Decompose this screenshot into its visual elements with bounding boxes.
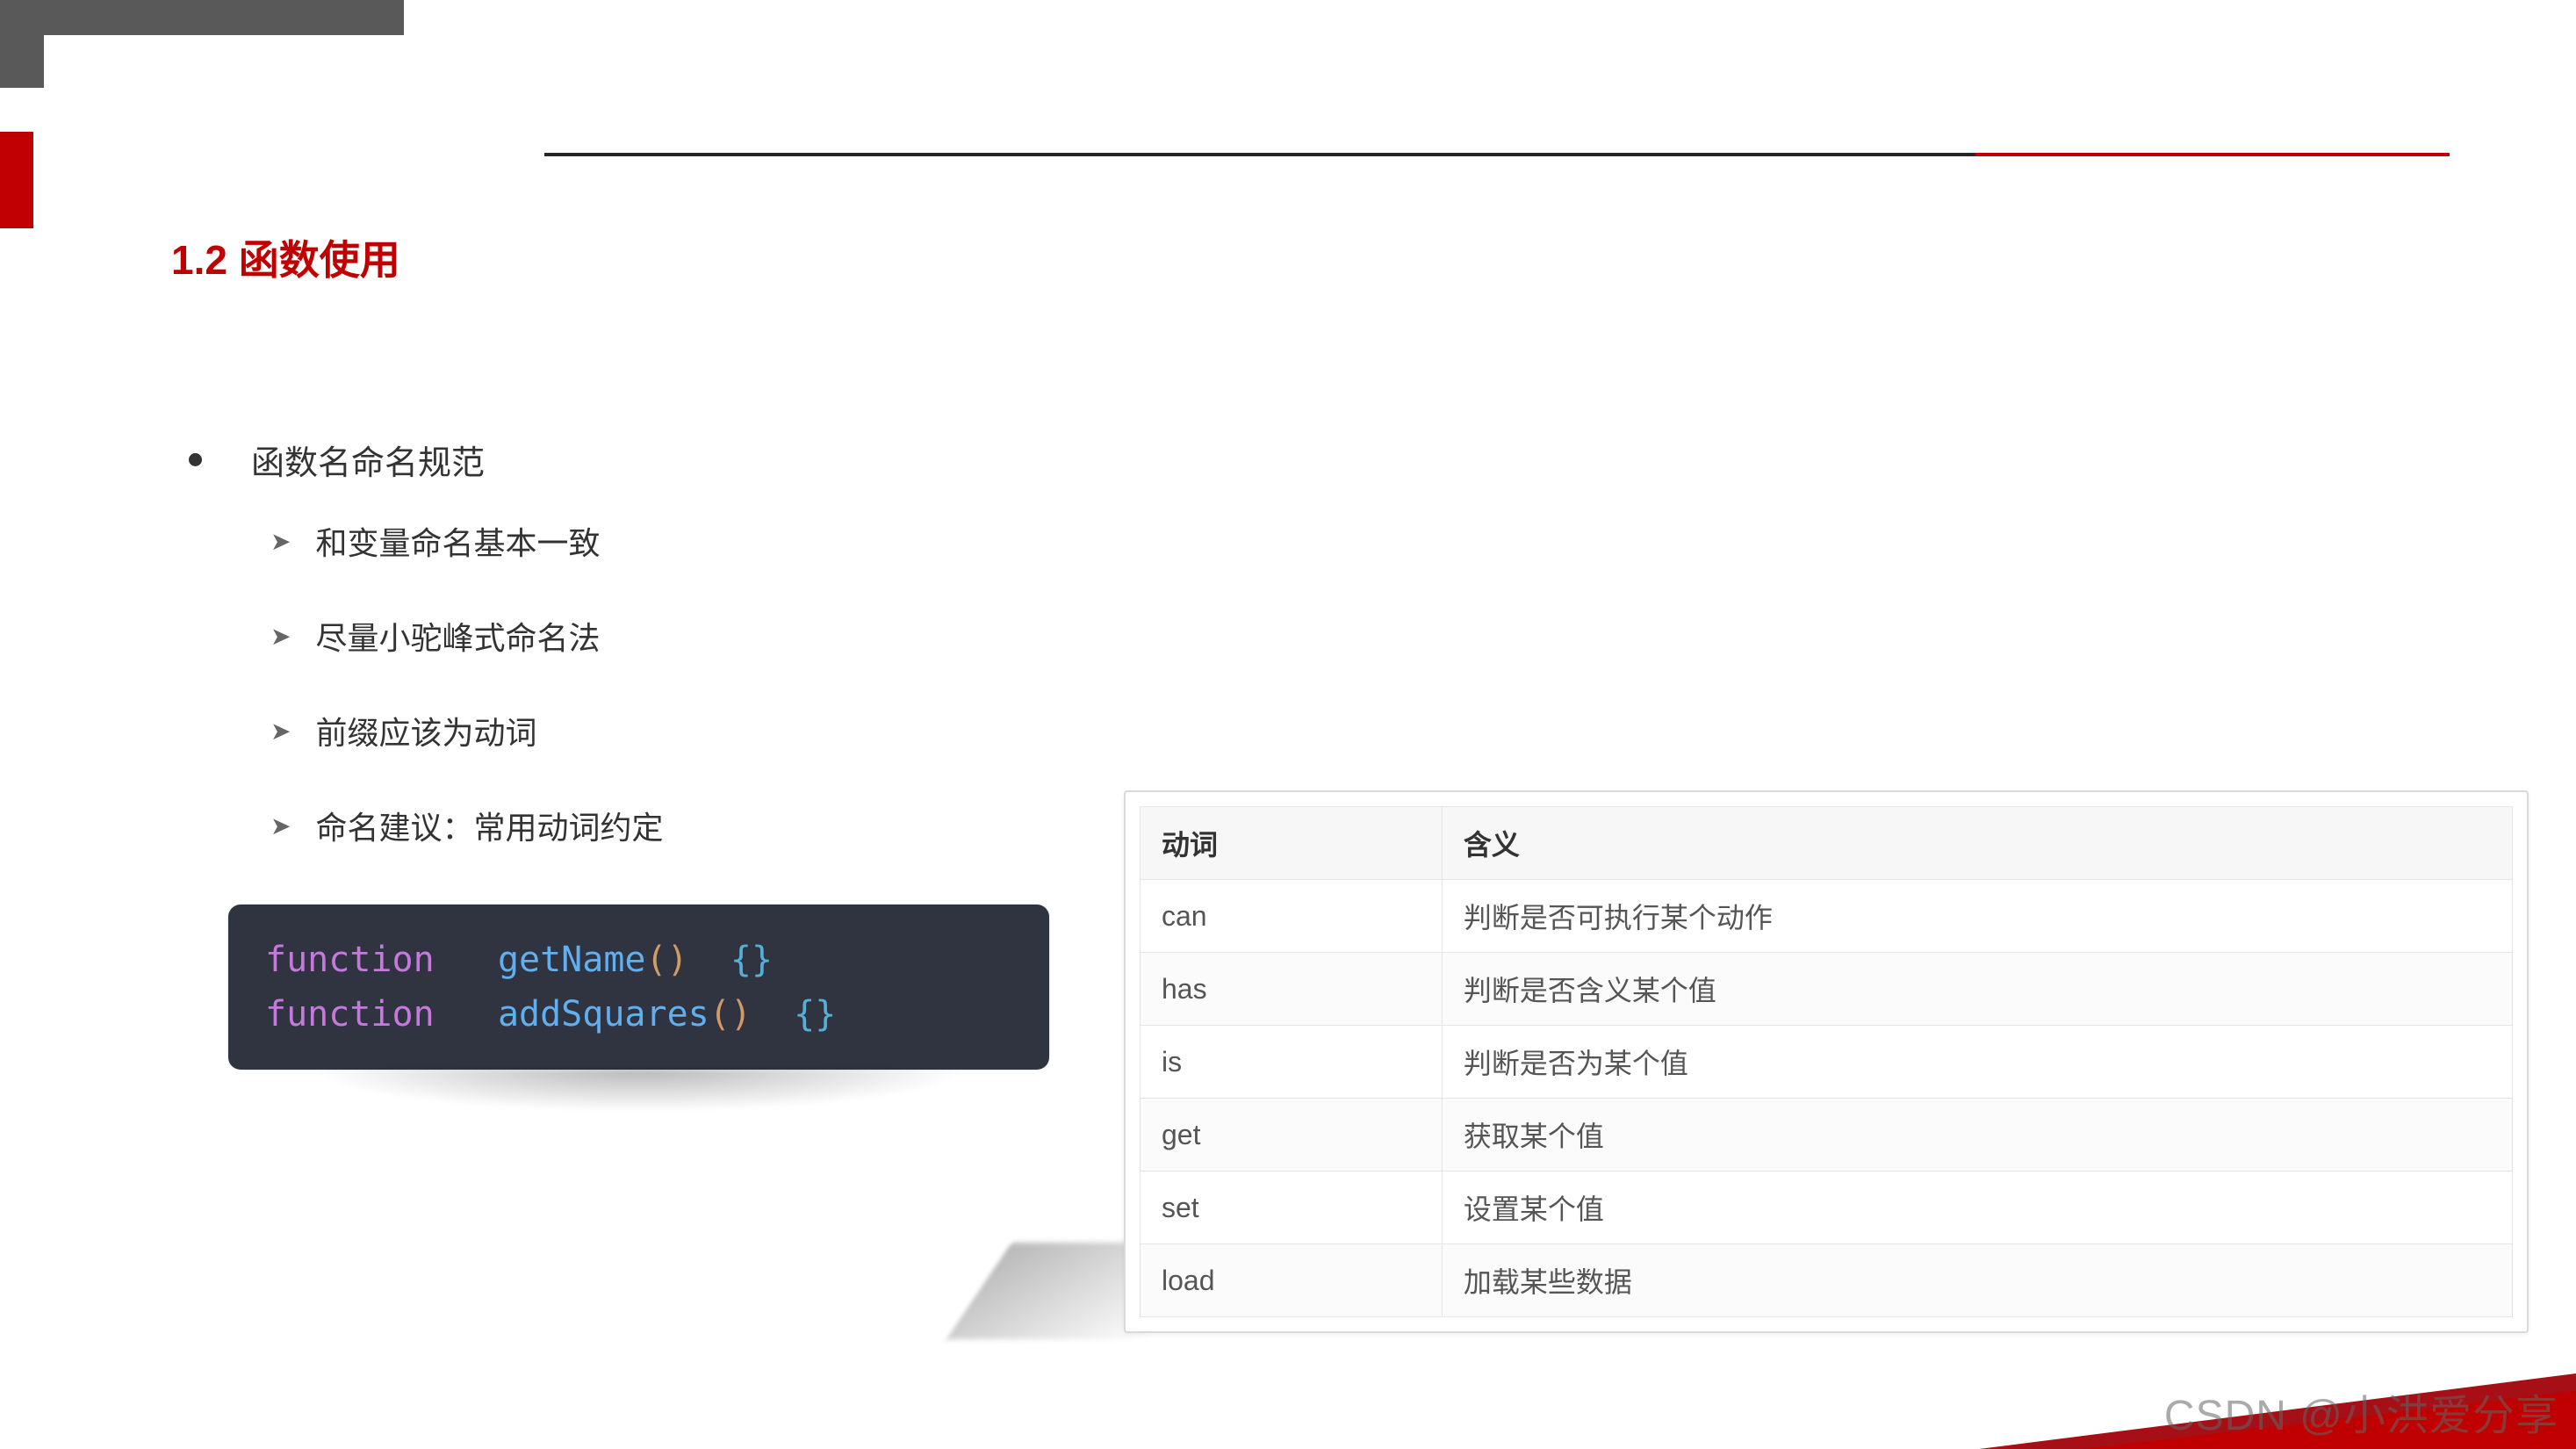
code-line: function getName() {}: [265, 933, 1012, 987]
code-example: function getName() {} function addSquare…: [228, 905, 1049, 1112]
sub-bullet-text: 尽量小驼峰式命名法: [315, 613, 600, 659]
watermark-text: CSDN @小洪爱分享: [2164, 1381, 2558, 1442]
code-block: function getName() {} function addSquare…: [228, 905, 1049, 1070]
cell-meaning: 获取某个值: [1442, 1099, 2512, 1171]
code-braces: {}: [794, 994, 836, 1034]
chevron-right-icon: ➤: [270, 811, 291, 840]
bullet-text: 函数名命名规范: [251, 436, 485, 484]
sub-bullet-text: 和变量命名基本一致: [315, 518, 600, 564]
slide-title: 1.2 函数使用: [171, 228, 400, 286]
cell-verb: get: [1140, 1099, 1443, 1171]
sub-bullet: ➤ 前缀应该为动词: [270, 708, 663, 753]
chevron-right-icon: ➤: [270, 717, 291, 746]
th-verb: 动词: [1140, 807, 1443, 880]
deco-bar-vertical: [0, 0, 44, 88]
sub-bullet: ➤ 和变量命名基本一致: [270, 518, 663, 564]
cell-meaning: 设置某个值: [1442, 1171, 2512, 1244]
table-row: has 判断是否含义某个值: [1140, 953, 2513, 1026]
cell-verb: is: [1140, 1026, 1443, 1099]
sub-bullet-list: ➤ 和变量命名基本一致 ➤ 尽量小驼峰式命名法 ➤ 前缀应该为动词 ➤ 命名建议…: [270, 518, 663, 848]
table-row: get 获取某个值: [1140, 1099, 2513, 1171]
code-keyword: function: [265, 994, 435, 1034]
sub-bullet: ➤ 命名建议：常用动词约定: [270, 803, 663, 848]
cell-verb: can: [1140, 880, 1443, 953]
cell-meaning: 加载某些数据: [1442, 1244, 2512, 1317]
sub-bullet-text: 命名建议：常用动词约定: [315, 803, 663, 848]
cell-verb: set: [1140, 1171, 1443, 1244]
deco-red-bar: [0, 132, 33, 228]
table-row: is 判断是否为某个值: [1140, 1026, 2513, 1099]
code-function-name: getName: [498, 940, 646, 980]
bullet-dot-icon: [189, 453, 202, 466]
table-row: can 判断是否可执行某个动作: [1140, 880, 2513, 953]
code-function-name: addSquares: [498, 994, 709, 1034]
table-header-row: 动词 含义: [1140, 807, 2513, 880]
table-row: set 设置某个值: [1140, 1171, 2513, 1244]
verb-table: 动词 含义 can 判断是否可执行某个动作 has 判断是否含义某个值 is 判…: [1124, 790, 2529, 1333]
deco-bar-horizontal: [0, 0, 404, 35]
sub-bullet: ➤ 尽量小驼峰式命名法: [270, 613, 663, 659]
code-parens: (): [709, 994, 752, 1034]
code-keyword: function: [265, 940, 435, 980]
top-divider-accent: [1975, 153, 2450, 156]
sub-bullet-text: 前缀应该为动词: [315, 708, 536, 753]
chevron-right-icon: ➤: [270, 527, 291, 556]
cell-meaning: 判断是否为某个值: [1442, 1026, 2512, 1099]
cell-verb: load: [1140, 1244, 1443, 1317]
code-parens: (): [646, 940, 688, 980]
cell-meaning: 判断是否可执行某个动作: [1442, 880, 2512, 953]
cell-verb: has: [1140, 953, 1443, 1026]
bullet-main: 函数名命名规范: [189, 436, 485, 484]
code-braces: {}: [730, 940, 773, 980]
verb-table-inner: 动词 含义 can 判断是否可执行某个动作 has 判断是否含义某个值 is 判…: [1140, 806, 2513, 1317]
cell-meaning: 判断是否含义某个值: [1442, 953, 2512, 1026]
chevron-right-icon: ➤: [270, 622, 291, 651]
code-line: function addSquares() {}: [265, 987, 1012, 1042]
th-meaning: 含义: [1442, 807, 2512, 880]
code-shadow: [311, 1070, 968, 1112]
table-row: load 加载某些数据: [1140, 1244, 2513, 1317]
